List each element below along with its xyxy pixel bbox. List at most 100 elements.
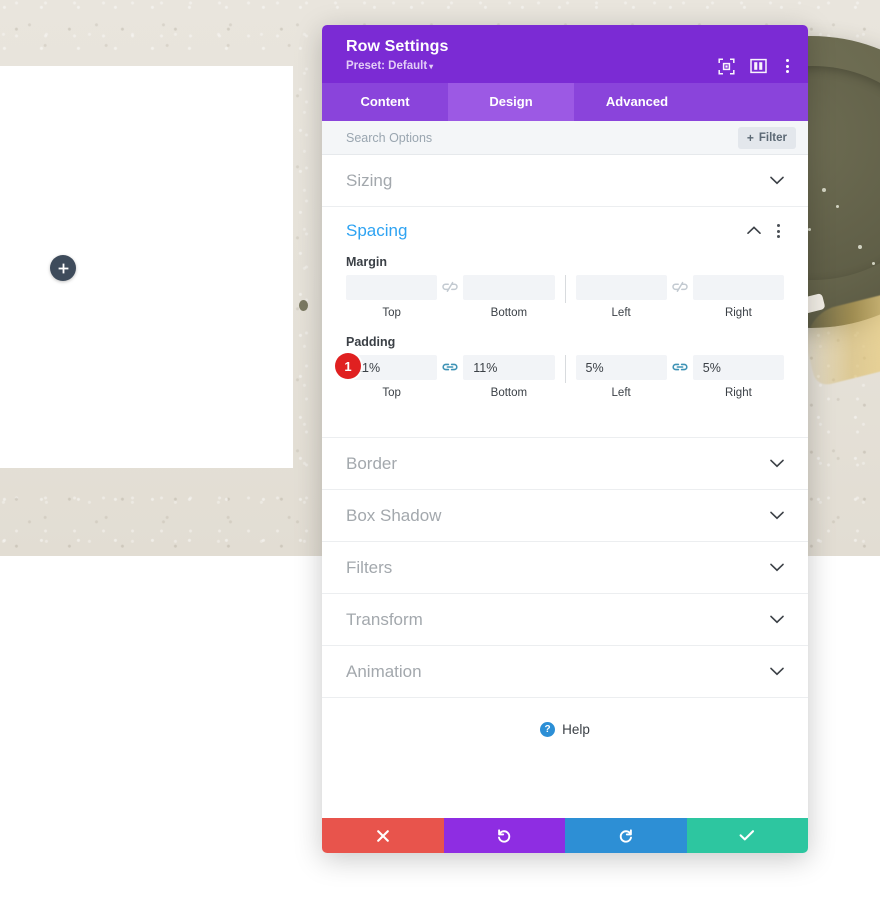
- padding-left-input[interactable]: [575, 355, 667, 380]
- chevron-down-icon: [770, 615, 784, 624]
- padding-right-cell: Right: [692, 355, 784, 399]
- chevron-up-icon[interactable]: [747, 222, 761, 240]
- padding-top-caption: Top: [382, 387, 401, 399]
- margin-vertical-group: Top Bottom: [346, 275, 555, 319]
- section-box-shadow[interactable]: Box Shadow: [322, 490, 808, 542]
- redo-button[interactable]: [565, 818, 687, 853]
- chevron-down-icon: [770, 667, 784, 676]
- help-row[interactable]: ? Help: [322, 698, 808, 737]
- padding-bottom-cell: Bottom: [463, 355, 555, 399]
- margin-bottom-caption: Bottom: [490, 307, 528, 319]
- padding-horizontal-group: Left Right: [575, 355, 784, 399]
- plus-icon: +: [746, 130, 754, 145]
- margin-left-caption: Left: [611, 307, 631, 319]
- padding-horizontal-link-icon[interactable]: [667, 355, 693, 380]
- section-title: Box Shadow: [346, 505, 442, 525]
- preset-label: Preset: Default: [346, 60, 428, 72]
- redo-icon: [619, 828, 632, 843]
- chevron-down-icon: [770, 176, 784, 185]
- section-spacing-tools: [747, 222, 784, 240]
- tab-advanced[interactable]: Advanced: [574, 83, 700, 121]
- section-spacing-header[interactable]: Spacing: [346, 221, 784, 241]
- margin-right-cell: Right: [692, 275, 784, 319]
- margin-bottom-cell: Bottom: [463, 275, 555, 319]
- section-filters[interactable]: Filters: [322, 542, 808, 594]
- margin-label: Margin: [346, 255, 387, 269]
- header-icon-group: [717, 57, 794, 75]
- tab-content[interactable]: Content: [322, 83, 448, 121]
- margin-top-input[interactable]: [346, 275, 438, 300]
- margin-left-cell: Left: [575, 275, 667, 319]
- add-module-button[interactable]: [50, 255, 76, 281]
- chevron-down-icon: [770, 511, 784, 520]
- plus-icon: [58, 263, 68, 273]
- plate-speck: [836, 205, 839, 208]
- plate-speck: [822, 188, 826, 192]
- margin-horizontal-link-icon[interactable]: [667, 275, 693, 300]
- section-title: Spacing: [346, 221, 408, 240]
- background-detail-dot: [299, 300, 308, 311]
- section-title: Animation: [346, 661, 422, 681]
- plate-speck: [808, 228, 811, 231]
- undo-button[interactable]: [443, 818, 565, 853]
- margin-vertical-link-icon[interactable]: [437, 275, 463, 300]
- chevron-down-icon: [770, 563, 784, 572]
- padding-label: Padding: [346, 335, 396, 349]
- padding-fields: 1 Top Bottom: [335, 353, 784, 399]
- section-title: Sizing: [346, 170, 393, 190]
- plate-speck: [872, 262, 875, 265]
- padding-vertical-group: Top Bottom: [346, 355, 555, 399]
- padding-vertical-link-icon[interactable]: [437, 355, 463, 380]
- search-bar: + Filter: [322, 121, 808, 155]
- field-divider: [564, 275, 566, 303]
- section-kebab-menu-icon[interactable]: [773, 223, 784, 239]
- padding-right-input[interactable]: [692, 355, 784, 380]
- modal-tabs: Content Design Advanced: [322, 83, 808, 121]
- close-icon: [376, 829, 389, 842]
- panel-layout-icon[interactable]: [749, 57, 767, 75]
- modal-body: Sizing Spacing Margin Top Bottom Left Ri…: [322, 155, 808, 818]
- kebab-menu-icon[interactable]: [781, 57, 794, 75]
- padding-bottom-input[interactable]: [463, 355, 555, 380]
- padding-left-caption: Left: [611, 387, 631, 399]
- undo-icon: [498, 828, 511, 843]
- status-badge: 1: [335, 353, 361, 379]
- section-title: Transform: [346, 609, 423, 629]
- check-icon: [739, 830, 755, 841]
- modal-footer: [322, 818, 808, 853]
- field-divider: [564, 355, 566, 383]
- row-settings-modal: Row Settings Preset: Default ▾ Content D…: [322, 25, 808, 853]
- margin-fields: Top Bottom Left Right: [346, 275, 784, 319]
- search-input[interactable]: [346, 130, 738, 145]
- filter-button-label: Filter: [758, 131, 787, 144]
- padding-bottom-caption: Bottom: [490, 387, 528, 399]
- padding-left-cell: Left: [575, 355, 667, 399]
- filter-button[interactable]: + Filter: [737, 126, 796, 149]
- margin-left-input[interactable]: [575, 275, 667, 300]
- plate-speck: [858, 245, 862, 249]
- section-title: Filters: [346, 557, 393, 577]
- section-spacing: Spacing Margin Top Bottom Left Right Pad…: [322, 207, 808, 438]
- margin-horizontal-group: Left Right: [575, 275, 784, 319]
- margin-bottom-input[interactable]: [463, 275, 555, 300]
- section-transform[interactable]: Transform: [322, 594, 808, 646]
- chevron-down-icon: [770, 459, 784, 468]
- cancel-button[interactable]: [322, 818, 444, 853]
- modal-title: Row Settings: [346, 38, 449, 55]
- section-sizing[interactable]: Sizing: [322, 155, 808, 207]
- section-title: Border: [346, 453, 398, 473]
- save-button[interactable]: [686, 818, 808, 853]
- section-animation[interactable]: Animation: [322, 646, 808, 698]
- padding-right-caption: Right: [724, 387, 752, 399]
- help-icon: ?: [540, 722, 556, 737]
- margin-right-input[interactable]: [692, 275, 784, 300]
- margin-top-caption: Top: [382, 307, 401, 319]
- margin-right-caption: Right: [724, 307, 752, 319]
- fullscreen-icon[interactable]: [717, 57, 735, 75]
- chevron-down-icon: ▾: [429, 62, 434, 71]
- section-border[interactable]: Border: [322, 438, 808, 490]
- help-label: Help: [562, 722, 590, 737]
- row-content-block: [0, 66, 293, 468]
- tab-design[interactable]: Design: [448, 83, 574, 121]
- margin-top-cell: Top: [346, 275, 438, 319]
